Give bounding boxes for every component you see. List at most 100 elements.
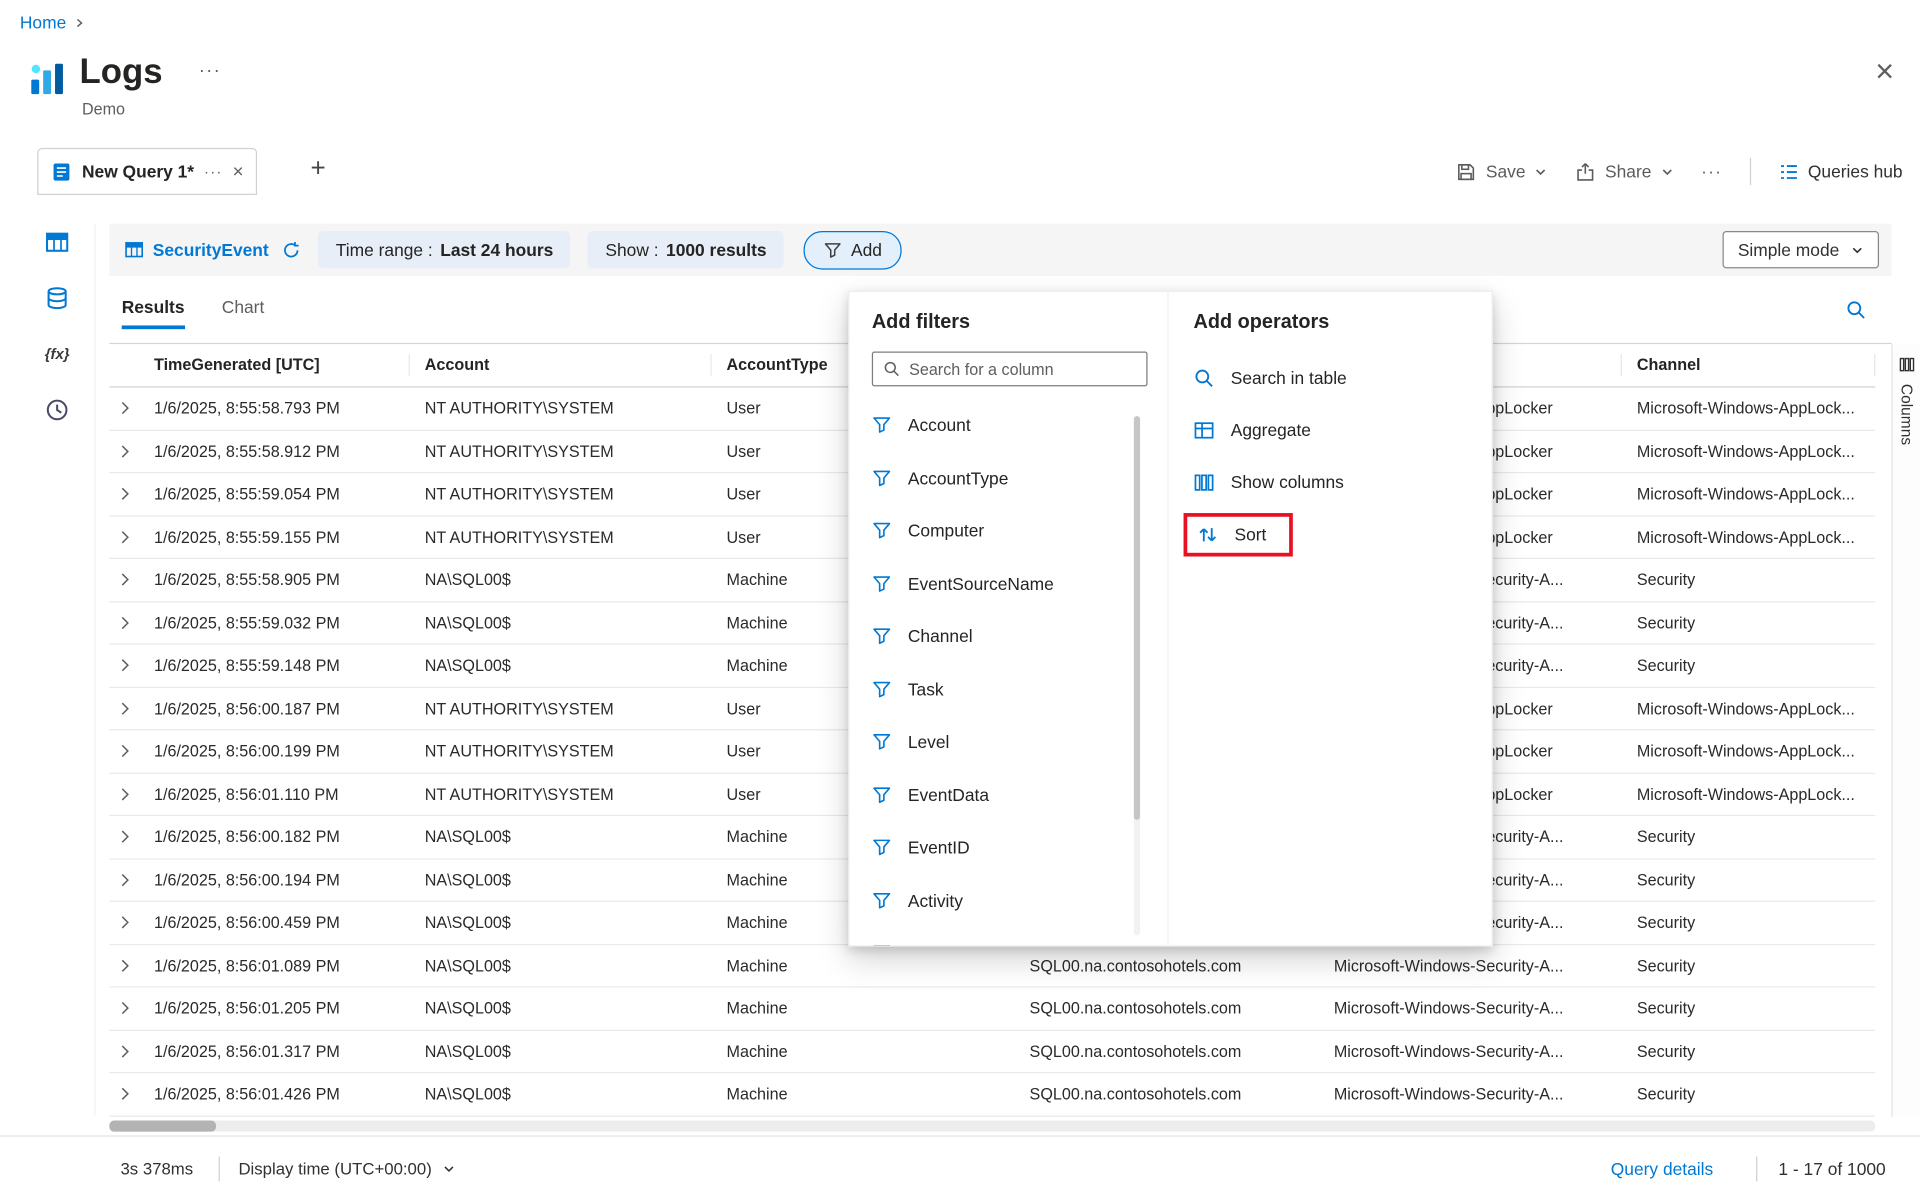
row-expand-chevron[interactable] [109,1086,139,1102]
row-expand-chevron[interactable] [109,700,139,716]
query-toolbar: SecurityEvent Time range : Last 24 hours… [109,224,1891,276]
close-button[interactable]: × [1875,55,1894,87]
display-time-label: Display time (UTC+00:00) [238,1159,431,1178]
row-expand-chevron[interactable] [109,915,139,931]
filter-column-item[interactable]: Level [872,716,1168,769]
cell-channel: Security [1622,828,1875,847]
filter-funnel-icon [872,785,892,805]
row-expand-chevron[interactable] [109,443,139,459]
table-row[interactable]: 1/6/2025, 8:56:01.317 PM NA\SQL00$ Machi… [109,1030,1875,1073]
cell-timegenerated: 1/6/2025, 8:56:00.199 PM [139,742,410,761]
tab-chart[interactable]: Chart [222,297,265,329]
save-button[interactable]: Save [1456,161,1548,182]
add-filters-section: Add filters Account AccountType Computer… [849,292,1167,945]
row-expand-chevron[interactable] [109,400,139,416]
cell-timegenerated: 1/6/2025, 8:56:01.426 PM [139,1085,410,1104]
row-expand-chevron[interactable] [109,1000,139,1016]
divider [94,224,95,1116]
filter-column-label: EventData [908,785,989,805]
row-expand-chevron[interactable] [109,657,139,673]
logs-app-icon [27,57,69,105]
tab-more-button[interactable]: ··· [204,163,223,180]
filter-column-item[interactable] [872,927,1168,946]
filter-column-item[interactable]: Channel [872,610,1168,663]
column-header-channel[interactable]: Channel [1622,354,1875,376]
filter-list-scrollbar[interactable] [1134,416,1140,935]
search-results-icon[interactable] [1845,299,1866,326]
cell-channel: Security [1622,1085,1875,1104]
column-header-timegenerated[interactable]: TimeGenerated [UTC] [139,354,410,376]
row-expand-chevron[interactable] [109,615,139,631]
tables-icon[interactable] [41,226,73,258]
row-expand-chevron[interactable] [109,829,139,845]
horizontal-scrollbar[interactable] [109,1121,1875,1132]
filter-funnel-icon [872,732,892,752]
filter-column-item[interactable]: Account [872,399,1168,452]
row-expand-chevron[interactable] [109,486,139,502]
refresh-icon[interactable] [282,240,301,259]
tab-new-query[interactable]: New Query 1* ··· × [37,148,257,195]
cell-channel: Microsoft-Windows-AppLock... [1622,399,1875,418]
scrollbar-thumb[interactable] [1134,416,1140,820]
cell-account: NT AUTHORITY\SYSTEM [410,528,712,547]
filter-funnel-icon [872,890,892,910]
table-selector[interactable]: SecurityEvent [124,240,301,260]
filter-column-item[interactable]: Task [872,663,1168,716]
filter-column-item[interactable]: Computer [872,504,1168,557]
filter-column-item[interactable]: EventSourceName [872,557,1168,610]
filter-column-item[interactable]: EventID [872,821,1168,874]
cell-account: NA\SQL00$ [410,656,712,675]
functions-icon[interactable]: {fx} [41,338,73,370]
table-row[interactable]: 1/6/2025, 8:56:01.426 PM NA\SQL00$ Machi… [109,1073,1875,1116]
chevron-down-icon [1534,165,1548,179]
scrollbar-thumb[interactable] [109,1121,216,1132]
queries-icon[interactable] [41,282,73,314]
aggregate-icon [1193,419,1214,440]
share-button[interactable]: Share [1575,161,1674,182]
tab-label: New Query 1* [82,161,194,181]
filter-column-item[interactable]: EventData [872,768,1168,821]
more-actions-button[interactable]: ··· [1701,161,1722,181]
column-search-input[interactable] [909,360,1136,379]
filter-column-item[interactable]: Activity [872,874,1168,927]
table-row[interactable]: 1/6/2025, 8:56:01.089 PM NA\SQL00$ Machi… [109,945,1875,988]
tab-results[interactable]: Results [122,297,185,329]
column-search-box[interactable] [872,352,1148,387]
row-expand-chevron[interactable] [109,1043,139,1059]
row-expand-chevron[interactable] [109,872,139,888]
show-results-filter[interactable]: Show : 1000 results [588,231,784,268]
history-icon[interactable] [41,394,73,426]
operator-search-in-table[interactable]: Search in table [1193,352,1491,404]
time-range-value: Last 24 hours [440,240,553,260]
column-header-account[interactable]: Account [410,354,712,376]
mode-label: Simple mode [1738,240,1839,260]
new-tab-button[interactable]: + [310,154,325,184]
row-expand-chevron[interactable] [109,957,139,973]
display-time-dropdown[interactable]: Display time (UTC+00:00) [238,1159,455,1178]
cell-computer: SQL00.na.contosohotels.com [1015,1042,1319,1061]
columns-rail-button[interactable]: Columns [1891,344,1920,1117]
row-expand-chevron[interactable] [109,529,139,545]
operator-show-columns[interactable]: Show columns [1193,456,1491,508]
table-row[interactable]: 1/6/2025, 8:56:01.205 PM NA\SQL00$ Machi… [109,988,1875,1031]
cell-account: NA\SQL00$ [410,1042,712,1061]
filter-column-item[interactable]: AccountType [872,452,1168,505]
divider [1750,158,1751,185]
mode-dropdown[interactable]: Simple mode [1723,231,1879,268]
breadcrumb-home-link[interactable]: Home [20,12,66,32]
row-expand-chevron[interactable] [109,786,139,802]
operator-sort[interactable]: Sort [1193,508,1491,560]
breadcrumb-chevron-icon [74,16,86,30]
query-duration: 3s 378ms [120,1159,193,1178]
cell-timegenerated: 1/6/2025, 8:55:59.032 PM [139,613,410,632]
tab-close-button[interactable]: × [233,161,244,182]
row-expand-chevron[interactable] [109,743,139,759]
query-details-link[interactable]: Query details [1611,1158,1713,1178]
page-more-button[interactable]: ··· [199,60,221,81]
queries-hub-button[interactable]: Queries hub [1778,161,1903,182]
time-range-filter[interactable]: Time range : Last 24 hours [318,231,570,268]
cell-computer: SQL00.na.contosohotels.com [1015,1085,1319,1104]
operator-aggregate[interactable]: Aggregate [1193,404,1491,456]
add-filter-button[interactable]: Add [804,230,902,269]
row-expand-chevron[interactable] [109,572,139,588]
